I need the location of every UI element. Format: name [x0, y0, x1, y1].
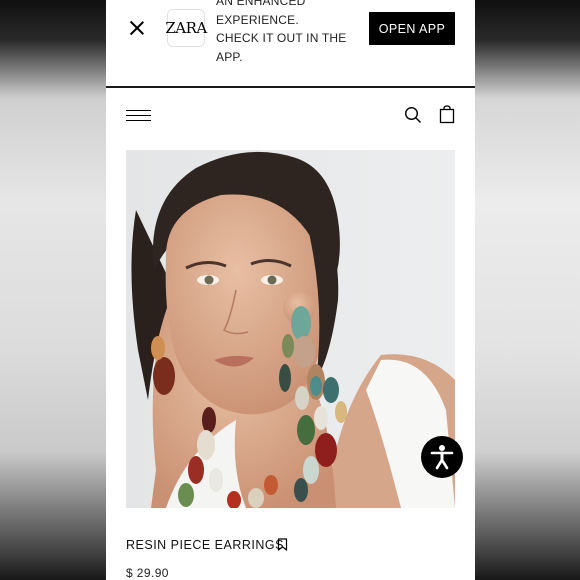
accessibility-icon	[430, 445, 454, 470]
banner-message-line: AN ENHANCED	[216, 0, 306, 8]
banner-message-line: APP.	[216, 49, 243, 64]
shopping-bag-icon[interactable]	[439, 105, 455, 124]
app-download-banner: ZARA AN ENHANCED EXPERIENCE. CHECK IT OU…	[106, 0, 475, 86]
blurred-background-left	[0, 0, 106, 580]
banner-message: AN ENHANCED EXPERIENCE. CHECK IT OUT IN …	[216, 0, 356, 66]
top-navigation	[106, 88, 475, 148]
bookmark-icon[interactable]	[277, 538, 288, 551]
close-icon[interactable]	[128, 19, 146, 37]
product-price: $ 29.90	[126, 566, 169, 580]
search-icon[interactable]	[404, 106, 422, 124]
accessibility-button[interactable]	[421, 436, 463, 478]
banner-message-line: CHECK IT OUT IN THE	[216, 31, 347, 45]
product-image[interactable]	[126, 150, 455, 508]
zara-logo-text: ZARA	[165, 19, 207, 37]
banner-message-line: EXPERIENCE.	[216, 12, 299, 27]
zara-app-icon: ZARA	[165, 9, 207, 47]
product-name[interactable]: RESIN PIECE EARRINGS	[126, 538, 284, 552]
mobile-page: ZARA AN ENHANCED EXPERIENCE. CHECK IT OU…	[106, 0, 475, 580]
hamburger-menu-icon[interactable]	[126, 109, 151, 123]
open-app-button[interactable]: OPEN APP	[369, 12, 455, 45]
blurred-background-right	[474, 0, 580, 580]
